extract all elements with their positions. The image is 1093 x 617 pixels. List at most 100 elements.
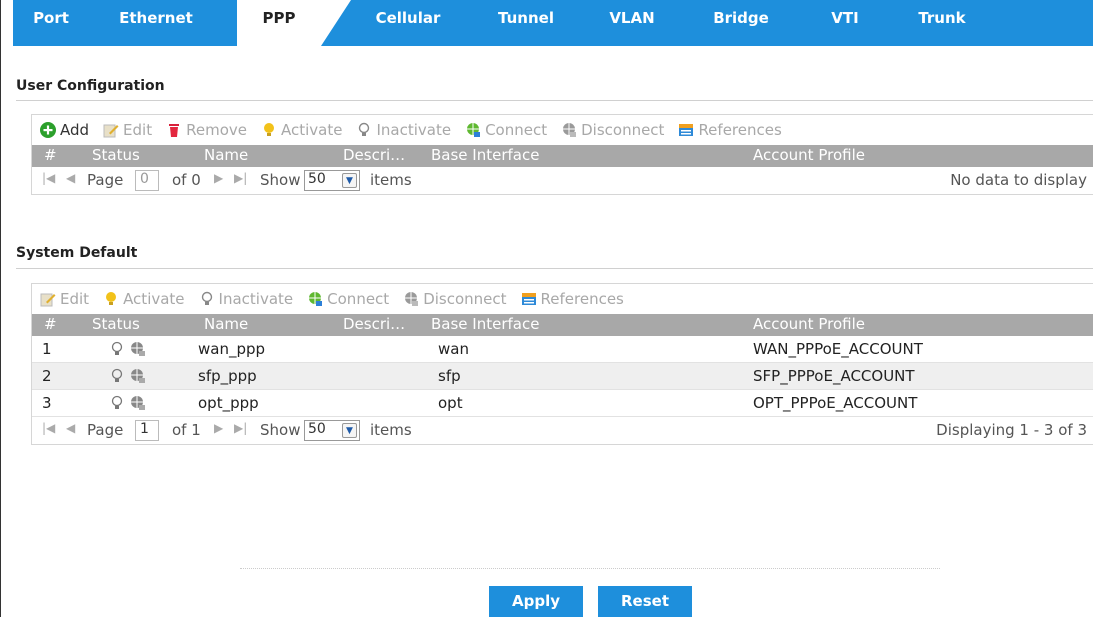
tab-ppp[interactable]: PPP	[237, 0, 321, 46]
activate-button[interactable]: Activate	[103, 290, 185, 308]
col-account-profile[interactable]: Account Profile	[753, 146, 865, 164]
row-account-profile: OPT_PPPoE_ACCOUNT	[753, 394, 918, 412]
system-pager: |◀ ◀ Page 1 of 1 ▶ ▶| Show 50 ▼ items Di…	[32, 417, 1093, 444]
row-account-profile: SFP_PPPoE_ACCOUNT	[753, 367, 915, 385]
tab-trunk[interactable]: Trunk	[911, 0, 973, 46]
items-label: items	[370, 171, 412, 189]
items-label: items	[370, 421, 412, 439]
pager-info: No data to display	[950, 171, 1087, 189]
row-status	[110, 395, 146, 411]
page-label: Page	[87, 171, 124, 189]
bulb-off-icon	[199, 291, 215, 307]
references-label: References	[540, 290, 624, 308]
globe-disconnect-icon	[131, 369, 145, 383]
connect-button[interactable]: Connect	[307, 290, 389, 308]
first-page-button[interactable]: |◀	[42, 171, 55, 185]
references-button[interactable]: References	[521, 290, 624, 308]
per-page-select[interactable]: 50 ▼	[304, 170, 360, 191]
per-page-value: 50	[308, 171, 326, 187]
user-table-header: # Status Name Descri… Base Interface Acc…	[32, 145, 1093, 167]
plus-circle-icon	[40, 122, 56, 138]
col-base-interface[interactable]: Base Interface	[431, 146, 539, 164]
row-status	[110, 341, 146, 357]
row-base-interface: sfp	[438, 367, 461, 385]
section-divider	[16, 268, 1093, 269]
globe-disconnect-icon	[131, 342, 145, 356]
table-row[interactable]: 1 wan_ppp wan WAN_PPPoE_ACCOUNT	[32, 336, 1093, 363]
tab-tunnel[interactable]: Tunnel	[491, 0, 561, 46]
pager-info: Displaying 1 - 3 of 3	[936, 421, 1087, 439]
row-name: opt_ppp	[198, 394, 259, 412]
pencil-icon	[40, 291, 56, 307]
col-description[interactable]: Descri…	[343, 146, 405, 164]
per-page-select[interactable]: 50 ▼	[304, 420, 360, 441]
edit-button[interactable]: Edit	[103, 121, 152, 139]
prev-page-button[interactable]: ◀	[66, 171, 75, 185]
page-of: of 0	[172, 171, 201, 189]
remove-label: Remove	[186, 121, 247, 139]
references-button[interactable]: References	[678, 121, 782, 139]
add-button[interactable]: Add	[40, 121, 89, 139]
tab-ethernet[interactable]: Ethernet	[111, 0, 201, 46]
chevron-down-icon: ▼	[342, 173, 357, 188]
left-border	[0, 0, 1, 617]
col-status[interactable]: Status	[92, 146, 140, 164]
col-name[interactable]: Name	[204, 315, 248, 333]
disconnect-label: Disconnect	[581, 121, 665, 139]
col-description[interactable]: Descri…	[343, 315, 405, 333]
activate-button[interactable]: Activate	[261, 121, 342, 139]
trash-icon	[166, 122, 182, 138]
references-icon	[521, 291, 537, 307]
edit-button[interactable]: Edit	[40, 290, 89, 308]
col-base-interface[interactable]: Base Interface	[431, 315, 539, 333]
references-label: References	[698, 121, 782, 139]
per-page-value: 50	[308, 421, 326, 437]
disconnect-button[interactable]: Disconnect	[561, 121, 664, 139]
tab-cellular[interactable]: Cellular	[368, 0, 448, 46]
table-row[interactable]: 3 opt_ppp opt OPT_PPPoE_ACCOUNT	[32, 390, 1093, 417]
col-name[interactable]: Name	[204, 146, 248, 164]
system-table-header: # Status Name Descri… Base Interface Acc…	[32, 314, 1093, 336]
row-status	[110, 368, 146, 384]
row-base-interface: opt	[438, 394, 463, 412]
tab-port[interactable]: Port	[23, 0, 79, 46]
last-page-button[interactable]: ▶|	[234, 171, 247, 185]
footer-divider	[240, 568, 940, 569]
system-toolbar: Edit Activate Inactivate Connect Disconn…	[32, 284, 1093, 314]
inactivate-button[interactable]: Inactivate	[356, 121, 451, 139]
bulb-off-icon	[356, 122, 372, 138]
inactivate-button[interactable]: Inactivate	[199, 290, 293, 308]
col-number[interactable]: #	[44, 146, 57, 164]
remove-button[interactable]: Remove	[166, 121, 247, 139]
show-label: Show	[260, 421, 301, 439]
user-configuration-title: User Configuration	[16, 78, 165, 94]
tab-vti[interactable]: VTI	[825, 0, 865, 46]
reset-button[interactable]: Reset	[598, 586, 692, 617]
chevron-down-icon: ▼	[342, 423, 357, 438]
page-input[interactable]: 0	[135, 170, 159, 191]
edit-label: Edit	[123, 121, 153, 139]
apply-button[interactable]: Apply	[489, 586, 583, 617]
table-row[interactable]: 2 sfp_ppp sfp SFP_PPPoE_ACCOUNT	[32, 363, 1093, 390]
globe-disconnect-icon	[403, 291, 419, 307]
connect-button[interactable]: Connect	[465, 121, 547, 139]
col-status[interactable]: Status	[92, 315, 140, 333]
tab-vlan[interactable]: VLAN	[603, 0, 661, 46]
col-account-profile[interactable]: Account Profile	[753, 315, 865, 333]
first-page-button[interactable]: |◀	[42, 421, 55, 435]
disconnect-button[interactable]: Disconnect	[403, 290, 507, 308]
tab-bridge[interactable]: Bridge	[706, 0, 776, 46]
page-label: Page	[87, 421, 124, 439]
row-number: 3	[42, 394, 52, 412]
page-input[interactable]: 1	[135, 420, 159, 441]
col-number[interactable]: #	[44, 315, 57, 333]
last-page-button[interactable]: ▶|	[234, 421, 247, 435]
row-name: wan_ppp	[198, 340, 266, 358]
bulb-on-icon	[261, 122, 277, 138]
next-page-button[interactable]: ▶	[214, 171, 223, 185]
section-divider	[16, 100, 1093, 101]
row-name: sfp_ppp	[198, 367, 257, 385]
row-base-interface: wan	[438, 340, 469, 358]
next-page-button[interactable]: ▶	[214, 421, 223, 435]
prev-page-button[interactable]: ◀	[66, 421, 75, 435]
